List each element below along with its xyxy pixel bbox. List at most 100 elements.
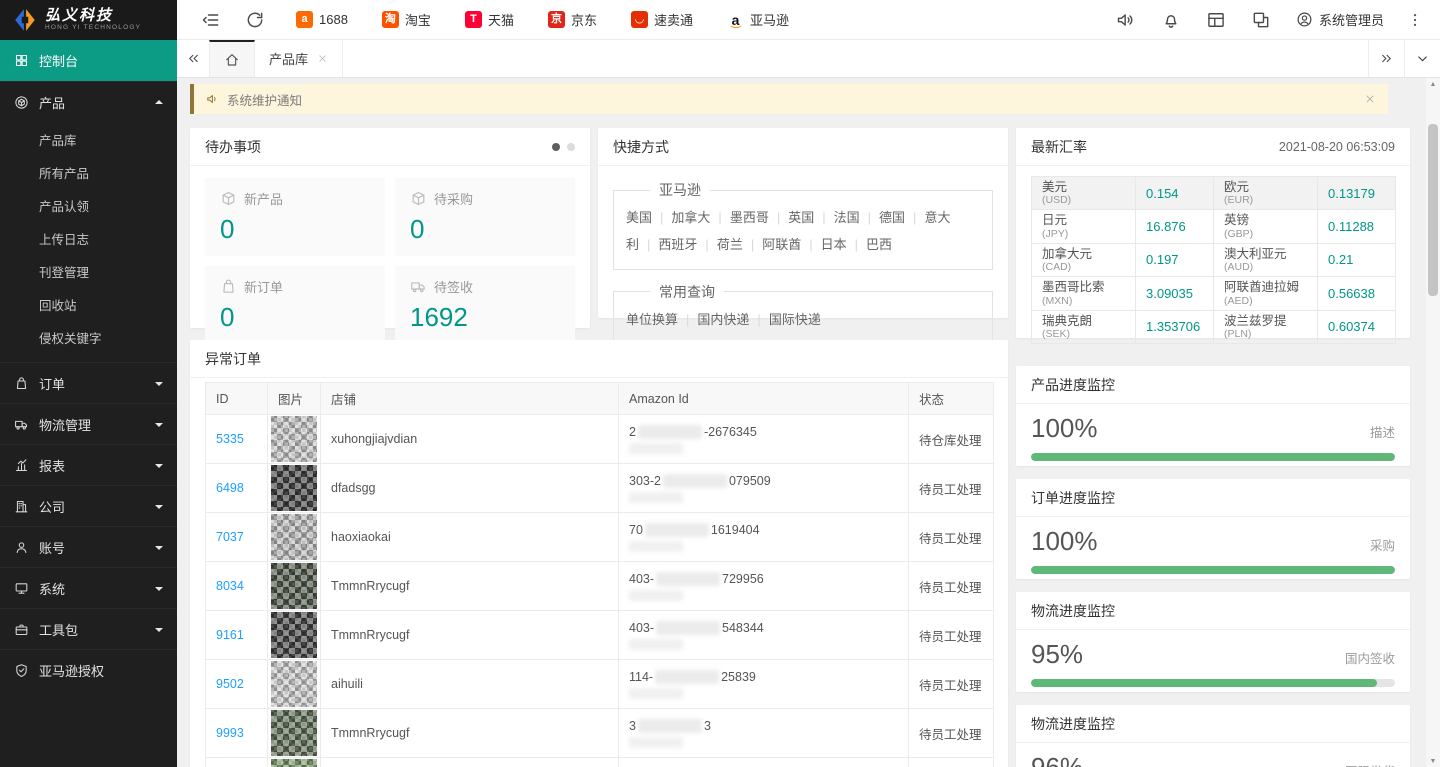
sidebar-item-logistics[interactable]: 物流管理: [0, 403, 177, 444]
order-id-link[interactable]: 9502: [216, 677, 244, 691]
order-id-link[interactable]: 9161: [216, 628, 244, 642]
order-image-cell: [268, 660, 321, 709]
sidebar-subitem[interactable]: 产品认领: [0, 191, 177, 224]
separator: |: [868, 210, 871, 225]
order-shop-cell: aihuili: [321, 660, 619, 709]
sidebar-subitem[interactable]: 侵权关键字: [0, 323, 177, 356]
todo-card: 待办事项 新产品0待采购0新订单0待签收1692: [190, 128, 590, 328]
sidebar-item-company[interactable]: 公司: [0, 485, 177, 526]
carousel-dot-1[interactable]: [552, 143, 560, 151]
sidebar-subitem[interactable]: 回收站: [0, 290, 177, 323]
vertical-scrollbar[interactable]: ▲ ▼: [1426, 78, 1440, 767]
tab-close-icon[interactable]: [317, 53, 328, 64]
scrollbar-thumb[interactable]: [1428, 124, 1438, 296]
tabs-scroll-right[interactable]: [1368, 40, 1404, 77]
scroll-up-icon[interactable]: ▲: [1426, 78, 1440, 90]
order-id-link[interactable]: 9993: [216, 726, 244, 740]
toolkit-icon: [14, 622, 29, 637]
progress-fill: [1031, 453, 1395, 461]
shortcut-link[interactable]: 英国: [788, 210, 814, 225]
user-menu[interactable]: 系统管理员: [1296, 10, 1384, 29]
brand-link-1688[interactable]: a1688: [296, 11, 348, 28]
shortcut-link[interactable]: 美国: [626, 210, 652, 225]
brand-link-tmall[interactable]: T天猫: [465, 10, 514, 29]
rates-row: 墨西哥比索(MXN)3.09035阿联酋迪拉姆(AED)0.56638: [1032, 277, 1396, 310]
collapse-sidebar-icon[interactable]: [201, 10, 221, 30]
order-id-link[interactable]: 7037: [216, 530, 244, 544]
user-name: 系统管理员: [1319, 10, 1384, 29]
shortcut-link[interactable]: 墨西哥: [730, 210, 769, 225]
sidebar-subitem[interactable]: 上传日志: [0, 224, 177, 257]
monitor-label: 采购: [1370, 535, 1395, 554]
tabs-scroll-left[interactable]: [177, 40, 209, 77]
brand-link-taobao[interactable]: 淘淘宝: [382, 10, 431, 29]
logistics-icon: [14, 417, 29, 432]
tabbar: 产品库: [177, 40, 1440, 78]
rate-currency-code: (CAD): [1042, 261, 1125, 273]
todo-tile[interactable]: 新产品0: [205, 178, 385, 256]
bell-icon[interactable]: [1161, 10, 1181, 30]
shortcut-group: 亚马逊美国|加拿大|墨西哥|英国|法国|德国|意大利|西班牙|荷兰|阿联酋|日本…: [613, 180, 993, 270]
tab-product-library[interactable]: 产品库: [255, 40, 343, 77]
redacted-line: [629, 639, 683, 650]
shortcut-group-legend: 亚马逊: [650, 180, 710, 200]
layout-icon[interactable]: [1206, 10, 1226, 30]
rates-title: 最新汇率: [1031, 128, 1087, 166]
todo-tile[interactable]: 新订单0: [205, 266, 385, 344]
deliver-icon: [410, 278, 427, 295]
shortcut-link[interactable]: 阿联酋: [762, 237, 801, 252]
brand-link-amazon[interactable]: a亚马逊: [727, 10, 789, 29]
sidebar-item-report[interactable]: 报表: [0, 444, 177, 485]
notice-close-icon[interactable]: [1364, 93, 1376, 105]
todo-tile-value: 0: [220, 302, 370, 333]
shortcut-link[interactable]: 单位换算: [626, 312, 678, 327]
shortcut-link[interactable]: 巴西: [866, 237, 892, 252]
sidebar-subitem[interactable]: 所有产品: [0, 158, 177, 191]
shortcut-link[interactable]: 国内快递: [697, 312, 749, 327]
redacted-line: [629, 590, 683, 601]
chevrons-right-icon: [1379, 51, 1394, 66]
sidebar-subitem[interactable]: 刊登管理: [0, 257, 177, 290]
theme-icon[interactable]: [1251, 10, 1271, 30]
shortcut-link[interactable]: 国际快递: [769, 312, 821, 327]
shortcut-link[interactable]: 日本: [821, 237, 847, 252]
sidebar-subitem[interactable]: 产品库: [0, 125, 177, 158]
order-id-cell: 9502: [206, 660, 268, 709]
refresh-icon[interactable]: [245, 10, 265, 30]
separator: |: [660, 210, 663, 225]
shortcut-link[interactable]: 法国: [834, 210, 860, 225]
sidebar-item-toolkit[interactable]: 工具包: [0, 608, 177, 649]
tabs-menu[interactable]: [1404, 40, 1440, 77]
more-icon[interactable]: [1406, 11, 1424, 29]
shortcut-link[interactable]: 西班牙: [658, 237, 697, 252]
order-id-link[interactable]: 6498: [216, 481, 244, 495]
brand-link-jd[interactable]: 京京东: [548, 10, 597, 29]
sidebar-item-console[interactable]: 控制台: [0, 40, 177, 81]
order-id-link[interactable]: 8034: [216, 579, 244, 593]
todo-tile[interactable]: 待签收1692: [395, 266, 575, 344]
chevron-up-icon: [155, 96, 163, 104]
amazon-id-line: 303-2079509: [629, 474, 898, 488]
sidebar-item-system[interactable]: 系统: [0, 567, 177, 608]
todo-tile[interactable]: 待采购0: [395, 178, 575, 256]
sidebar-item-order[interactable]: 订单: [0, 362, 177, 403]
sidebar-item-product[interactable]: 产品: [0, 81, 177, 122]
tab-home[interactable]: [209, 40, 255, 77]
order-amazon-id-cell: 33: [619, 709, 909, 758]
volume-icon[interactable]: [1116, 10, 1136, 30]
sidebar-item-account[interactable]: 账号: [0, 526, 177, 567]
order-id-link[interactable]: 5335: [216, 432, 244, 446]
carousel-dot-2[interactable]: [567, 143, 575, 151]
brand-link-aliexpress[interactable]: ◡速卖通: [631, 10, 693, 29]
rate-value: 1.353706: [1136, 310, 1214, 343]
sidebar-item-amazon-auth[interactable]: 亚马逊授权: [0, 649, 177, 690]
shortcut-link[interactable]: 荷兰: [717, 237, 743, 252]
rate-currency: 澳大利亚元(AUD): [1214, 243, 1318, 276]
chevron-down-icon: [155, 423, 163, 431]
todo-card-header: 待办事项: [190, 128, 590, 166]
shortcut-link[interactable]: 加拿大: [671, 210, 710, 225]
aliexpress-icon: ◡: [631, 11, 648, 28]
scroll-down-icon[interactable]: ▼: [1426, 755, 1440, 767]
todo-tile-label: 新产品: [244, 189, 283, 208]
shortcut-link[interactable]: 德国: [879, 210, 905, 225]
